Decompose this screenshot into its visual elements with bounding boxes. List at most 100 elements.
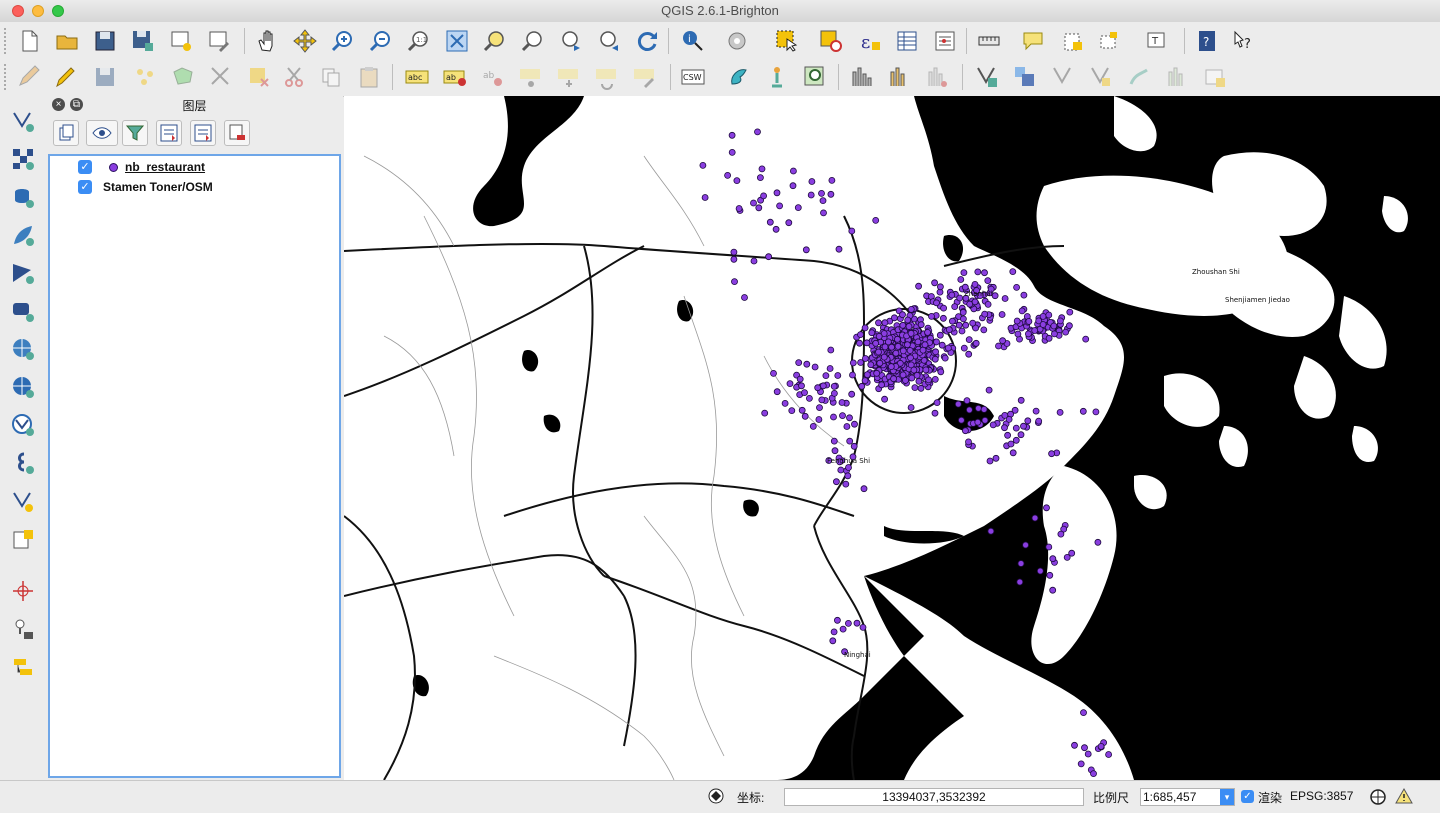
layer-labeling-icon[interactable]: ab: [440, 62, 470, 92]
layer-row-stamen-toner[interactable]: ✓ Stamen Toner/OSM: [50, 178, 330, 196]
merge-features-icon[interactable]: [1010, 62, 1040, 92]
whats-this-icon[interactable]: ?: [1228, 26, 1258, 56]
add-mssql-layer-icon[interactable]: [8, 258, 38, 288]
open-project-icon[interactable]: [52, 26, 82, 56]
add-wcs-layer-icon[interactable]: [8, 372, 38, 402]
pan-to-selection-icon[interactable]: [290, 26, 320, 56]
csw-icon[interactable]: CSW: [678, 62, 708, 92]
add-wms-layer-icon[interactable]: [8, 334, 38, 364]
move-feature-icon[interactable]: [206, 62, 236, 92]
coordinate-capture-icon[interactable]: [8, 576, 38, 606]
add-oracle-layer-icon[interactable]: [8, 296, 38, 326]
map-view[interactable]: Zhoushan Shi Shenjiamen Jiedao Fenghua S…: [344, 96, 1440, 780]
layer-visibility-checkbox[interactable]: ✓: [78, 160, 92, 174]
zoom-layer-icon[interactable]: [480, 26, 510, 56]
geometry-checker-icon[interactable]: [8, 614, 38, 644]
toggle-editing-icon[interactable]: [50, 62, 80, 92]
filter-legend-icon[interactable]: [122, 120, 148, 146]
add-delimited-text-icon[interactable]: [8, 448, 38, 478]
zoom-full-icon[interactable]: [442, 26, 472, 56]
add-spatialite-layer-icon[interactable]: [8, 220, 38, 250]
toolbar-handle[interactable]: [4, 28, 10, 54]
raster-zoom-icon[interactable]: [800, 62, 830, 92]
pan-hand-icon[interactable]: [252, 26, 282, 56]
chevron-down-icon[interactable]: ▾: [1220, 789, 1234, 805]
save-edits-icon[interactable]: [90, 62, 120, 92]
add-point-icon[interactable]: [130, 62, 160, 92]
delete-selected-icon[interactable]: [244, 62, 274, 92]
attribute-table-icon[interactable]: [892, 26, 922, 56]
label-toolbar-icon[interactable]: abc: [402, 62, 432, 92]
remove-layer-icon[interactable]: [224, 120, 250, 146]
layer-row-nb-restaurant[interactable]: ✓ nb_restaurant: [50, 158, 330, 176]
new-shapefile-icon[interactable]: [8, 486, 38, 516]
save-as-icon[interactable]: [128, 26, 158, 56]
rotate-label-icon[interactable]: [592, 62, 622, 92]
deselect-icon[interactable]: [816, 26, 846, 56]
paste-icon[interactable]: [354, 62, 384, 92]
copy-icon[interactable]: [316, 62, 346, 92]
crs-label[interactable]: EPSG:3857: [1290, 789, 1353, 803]
new-print-composer-icon[interactable]: [166, 26, 196, 56]
run-action-icon[interactable]: [722, 26, 752, 56]
composer-manager-icon[interactable]: [204, 26, 234, 56]
georeferencer-icon[interactable]: [762, 62, 792, 92]
refresh-icon[interactable]: [632, 26, 662, 56]
raster-histogram-icon[interactable]: [846, 62, 876, 92]
simplify-icon[interactable]: [1162, 62, 1192, 92]
statistics-icon[interactable]: [930, 26, 960, 56]
zoom-actual-size-icon[interactable]: 1:1: [404, 26, 434, 56]
move-label-icon[interactable]: [554, 62, 584, 92]
help-icon[interactable]: ?: [1192, 26, 1222, 56]
offset-curve-icon[interactable]: [1124, 62, 1154, 92]
new-bookmark-icon[interactable]: [1058, 26, 1088, 56]
map-canvas[interactable]: Zhoushan Shi Shenjiamen Jiedao Fenghua S…: [344, 96, 1440, 780]
zoom-in-icon[interactable]: [328, 26, 358, 56]
zoom-next-icon[interactable]: [594, 26, 624, 56]
new-spatialite-layer-icon[interactable]: [8, 524, 38, 554]
warning-icon[interactable]: [1395, 787, 1413, 805]
rotate-point-icon[interactable]: [1200, 62, 1230, 92]
add-wfs-layer-icon[interactable]: [8, 410, 38, 440]
crs-status-icon[interactable]: [1369, 788, 1387, 806]
reshape-icon[interactable]: [1086, 62, 1116, 92]
coordinate-field[interactable]: 13394037,3532392: [784, 788, 1084, 806]
field-calculator-icon[interactable]: ε: [854, 26, 884, 56]
manage-visibility-icon[interactable]: [86, 120, 118, 146]
add-vector-layer-icon[interactable]: [8, 106, 38, 136]
split-features-icon[interactable]: [1048, 62, 1078, 92]
toolbar-handle[interactable]: [4, 64, 10, 90]
layer-name[interactable]: Stamen Toner/OSM: [103, 180, 213, 194]
change-label-icon[interactable]: [630, 62, 660, 92]
gps-tools-icon[interactable]: [724, 62, 754, 92]
pin-label-icon[interactable]: ab: [478, 62, 508, 92]
zoom-selection-icon[interactable]: [518, 26, 548, 56]
show-hide-label-icon[interactable]: [516, 62, 546, 92]
scale-combobox[interactable]: 1:685,457 ▾: [1140, 788, 1235, 806]
save-project-icon[interactable]: [90, 26, 120, 56]
layer-visibility-checkbox[interactable]: ✓: [78, 180, 92, 194]
add-raster-layer-icon[interactable]: [8, 144, 38, 174]
topology-checker-icon[interactable]: [8, 652, 38, 682]
raster-reset-icon[interactable]: [922, 62, 952, 92]
add-group-icon[interactable]: [53, 120, 79, 146]
coordinate-toggle-icon[interactable]: [707, 787, 725, 805]
raster-stretch-icon[interactable]: [884, 62, 914, 92]
text-annotation-icon[interactable]: T: [1142, 26, 1172, 56]
edit-icon[interactable]: [14, 62, 44, 92]
show-bookmarks-icon[interactable]: [1094, 26, 1124, 56]
add-polygon-icon[interactable]: [168, 62, 198, 92]
collapse-all-icon[interactable]: [190, 120, 216, 146]
new-project-icon[interactable]: [14, 26, 44, 56]
layer-name[interactable]: nb_restaurant: [125, 160, 205, 174]
identify-icon[interactable]: i: [678, 26, 708, 56]
add-vertex-icon[interactable]: [972, 62, 1002, 92]
select-features-icon[interactable]: [772, 26, 802, 56]
cut-icon[interactable]: [280, 62, 310, 92]
render-checkbox[interactable]: ✓: [1241, 790, 1254, 803]
add-postgis-layer-icon[interactable]: [8, 182, 38, 212]
expand-all-icon[interactable]: [156, 120, 182, 146]
map-tips-icon[interactable]: [1018, 26, 1048, 56]
measure-icon[interactable]: [974, 26, 1004, 56]
zoom-last-icon[interactable]: [556, 26, 586, 56]
